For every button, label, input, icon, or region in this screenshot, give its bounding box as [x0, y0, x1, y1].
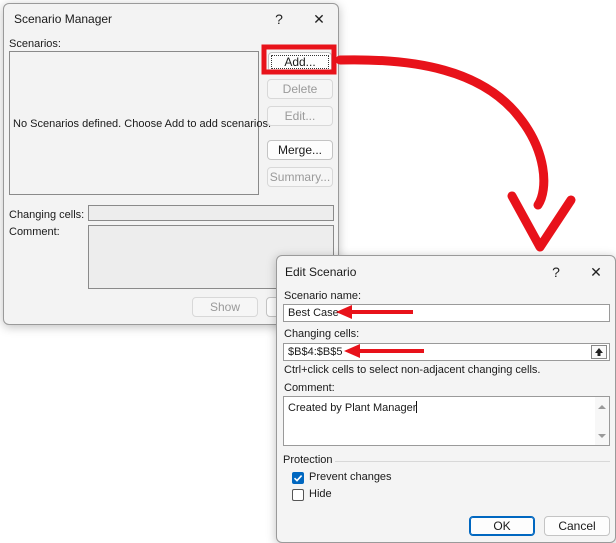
empty-scenarios-message: No Scenarios defined. Choose Add to add …	[13, 118, 272, 130]
checkmark-icon	[293, 475, 303, 482]
close-button[interactable]: ✕	[305, 8, 333, 30]
edit-scenario-dialog: Edit Scenario ? ✕ Scenario name: Best Ca…	[276, 255, 616, 543]
scenario-name-input[interactable]: Best Case	[283, 304, 610, 322]
show-button[interactable]: Show	[192, 297, 258, 317]
curved-arrow-shaft	[335, 55, 549, 210]
hide-checkbox[interactable]	[292, 489, 304, 501]
scenarios-list[interactable]: No Scenarios defined. Choose Add to add …	[9, 51, 271, 195]
ok-button[interactable]: OK	[469, 516, 535, 536]
delete-button[interactable]: Delete	[267, 79, 333, 99]
ok-button-label: OK	[493, 519, 511, 533]
cancel-button-label: Cancel	[558, 519, 596, 533]
edit-scenario-title: Edit Scenario	[285, 265, 357, 279]
hide-label[interactable]: Hide	[309, 488, 332, 500]
prevent-changes-label[interactable]: Prevent changes	[309, 471, 392, 483]
edit-scenario-titlebar: Edit Scenario ? ✕	[277, 256, 615, 288]
protection-group: Protection Prevent changes Hide	[283, 454, 610, 506]
changing-cells-label: Changing cells:	[284, 328, 360, 340]
close-button[interactable]: ✕	[582, 261, 610, 283]
help-button[interactable]: ?	[265, 8, 293, 30]
edit-button[interactable]: Edit...	[267, 106, 333, 126]
merge-button-label: Merge...	[277, 143, 322, 157]
comment-label: Comment:	[284, 382, 335, 394]
scenario-name-value: Best Case	[288, 307, 339, 319]
add-button[interactable]: Add...	[268, 52, 332, 72]
scenario-manager-titlebar: Scenario Manager ? ✕	[4, 4, 338, 36]
curved-arrow-head	[507, 191, 576, 252]
comment-textarea[interactable]: Created by Plant Manager	[283, 396, 610, 446]
delete-button-label: Delete	[282, 82, 318, 96]
comment-label: Comment:	[9, 226, 60, 238]
edit-button-label: Edit...	[284, 109, 316, 123]
changing-cells-label: Changing cells:	[9, 209, 85, 221]
changing-cells-input[interactable]: $B$4:$B$5	[283, 343, 610, 361]
merge-button[interactable]: Merge...	[267, 140, 333, 160]
summary-button-label: Summary...	[269, 170, 331, 184]
show-button-label: Show	[209, 300, 241, 314]
text-cursor	[416, 401, 418, 413]
cancel-button[interactable]: Cancel	[544, 516, 610, 536]
collapse-dialog-icon	[595, 348, 603, 356]
protection-divider	[335, 461, 610, 462]
summary-button[interactable]: Summary...	[267, 167, 333, 187]
add-button-label: Add...	[284, 55, 316, 69]
changing-cells-display	[88, 205, 334, 221]
scenario-manager-title: Scenario Manager	[14, 12, 113, 26]
scroll-down-icon	[598, 434, 606, 438]
scenarios-label: Scenarios:	[9, 38, 61, 50]
scroll-up-icon	[598, 405, 606, 409]
changing-cells-hint: Ctrl+click cells to select non-adjacent …	[284, 364, 541, 376]
collapse-dialog-button[interactable]	[591, 345, 607, 359]
scenario-name-label: Scenario name:	[284, 290, 361, 302]
scenario-name-label-text: Scenario name:	[284, 290, 362, 302]
comment-value: Created by Plant Manager	[288, 402, 417, 414]
comment-scrollbar[interactable]	[595, 397, 609, 445]
changing-cells-value: $B$4:$B$5	[288, 346, 343, 358]
prevent-changes-checkbox[interactable]	[292, 472, 304, 484]
help-button[interactable]: ?	[542, 261, 570, 283]
protection-label: Protection	[283, 454, 337, 466]
